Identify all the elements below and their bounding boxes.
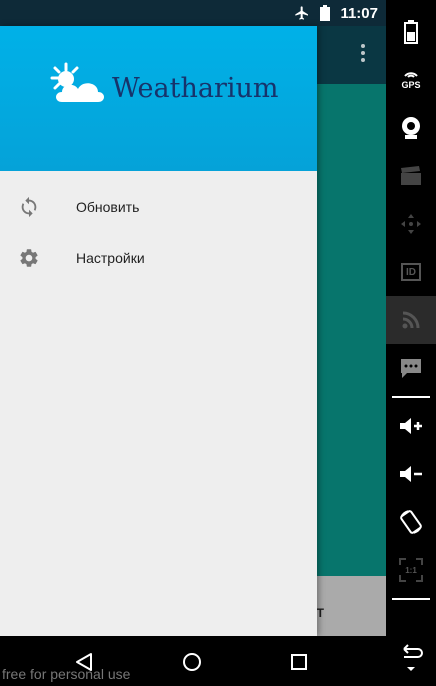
sms-icon[interactable] bbox=[386, 344, 436, 392]
scale-icon[interactable]: 1:1 bbox=[386, 546, 436, 594]
recents-icon[interactable] bbox=[289, 652, 309, 672]
battery-icon bbox=[320, 5, 331, 21]
app-logo: Weatharium bbox=[46, 62, 279, 111]
status-bar: 11:07 bbox=[0, 0, 386, 26]
clapperboard-icon[interactable] bbox=[386, 152, 436, 200]
drawer-item-label: Обновить bbox=[76, 199, 140, 215]
gps-icon[interactable]: GPS bbox=[386, 56, 436, 104]
battery-icon[interactable] bbox=[386, 8, 436, 56]
back-arrow-icon[interactable] bbox=[386, 634, 436, 682]
device-screen: AST 11:07 bbox=[0, 0, 386, 686]
camera-icon[interactable] bbox=[386, 104, 436, 152]
dpad-icon[interactable] bbox=[386, 200, 436, 248]
id-icon[interactable]: ID bbox=[386, 248, 436, 296]
drawer-item-label: Настройки bbox=[76, 250, 145, 266]
home-icon[interactable] bbox=[182, 652, 202, 672]
gps-label: GPS bbox=[401, 80, 421, 90]
settings-gear-icon bbox=[16, 245, 42, 271]
airplane-icon bbox=[294, 5, 310, 21]
rss-icon[interactable] bbox=[386, 296, 436, 344]
rotate-icon[interactable] bbox=[386, 498, 436, 546]
volume-up-icon[interactable] bbox=[386, 402, 436, 450]
volume-down-icon[interactable] bbox=[386, 450, 436, 498]
refresh-icon bbox=[16, 194, 42, 220]
id-label: ID bbox=[401, 263, 421, 281]
navigation-drawer: Weatharium Обновить Настройки bbox=[0, 26, 317, 636]
logo-text: Weatharium bbox=[112, 73, 279, 104]
watermark-text: free for personal use bbox=[2, 666, 131, 682]
sun-cloud-icon bbox=[46, 62, 110, 111]
drawer-item-settings[interactable]: Настройки bbox=[0, 233, 317, 283]
emulator-toolbar: GPS ID 1:1 bbox=[386, 0, 436, 686]
drawer-header: Weatharium bbox=[0, 26, 317, 171]
toolbar-divider bbox=[392, 396, 430, 398]
drawer-item-refresh[interactable]: Обновить bbox=[0, 182, 317, 232]
toolbar-divider bbox=[392, 598, 430, 600]
status-time: 11:07 bbox=[340, 4, 378, 22]
